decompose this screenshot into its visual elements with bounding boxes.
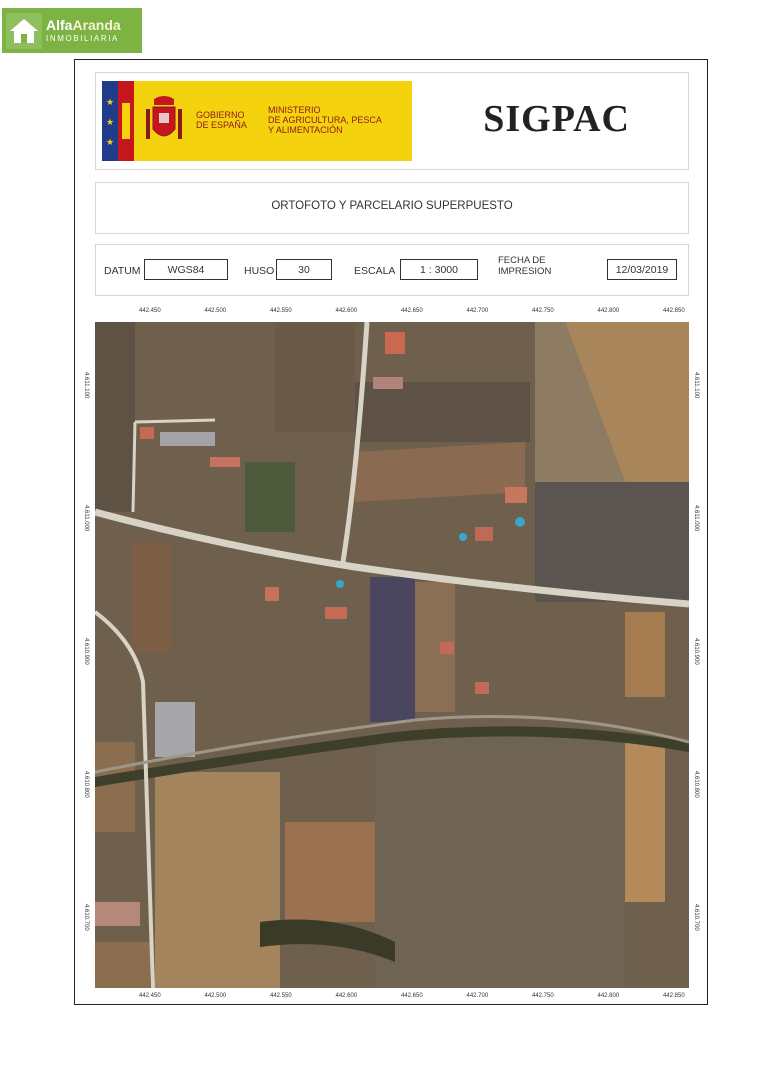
info-panel: DATUM WGS84 HUSO 30 ESCALA 1 : 3000 FECH… <box>95 244 689 296</box>
huso-label: HUSO <box>244 265 275 277</box>
x-tick-top-1: 442.500 <box>204 308 227 314</box>
logo-subtitle: INMOBILIARIA <box>46 34 119 43</box>
svg-text:★: ★ <box>106 97 114 107</box>
x-tick-bottom-4: 442.650 <box>401 993 423 999</box>
x-tick-top-3: 442.600 <box>335 308 358 314</box>
fecha-value: 12/03/2019 <box>607 259 677 280</box>
gobierno-line2: DE ESPAÑA <box>196 120 247 130</box>
x-tick-top-8: 442.850 <box>663 308 685 314</box>
y-tick-right-3: 4.610.800 <box>693 771 699 798</box>
x-tick-top-5: 442.700 <box>466 308 489 314</box>
y-tick-left-2: 4.610.900 <box>83 638 89 665</box>
x-tick-bottom-8: 442.850 <box>663 993 685 999</box>
government-banner: ★ ★ ★ GOBIERNO DE ESPAÑA MINISTERIO DE A… <box>102 81 412 161</box>
logo-brand-aranda: Aranda <box>72 17 121 33</box>
y-tick-right-4: 4.610.700 <box>693 904 699 931</box>
x-tick-top-0: 442.450 <box>139 308 161 314</box>
x-tick-bottom-0: 442.450 <box>139 993 161 999</box>
datum-value: WGS84 <box>144 259 228 280</box>
x-tick-top-6: 442.750 <box>532 308 554 314</box>
x-tick-bottom-6: 442.750 <box>532 993 554 999</box>
x-tick-top-4: 442.650 <box>401 308 423 314</box>
house-icon <box>6 12 42 49</box>
svg-text:★: ★ <box>106 137 114 147</box>
svg-text:★: ★ <box>106 117 114 127</box>
datum-label: DATUM <box>104 265 141 277</box>
orthophoto-image <box>95 322 689 988</box>
y-tick-left-3: 4.610.800 <box>83 771 89 798</box>
huso-value: 30 <box>276 259 332 280</box>
alfa-aranda-logo[interactable]: AlfaAranda INMOBILIARIA <box>2 8 142 53</box>
y-tick-left-4: 4.610.700 <box>83 904 89 931</box>
header-panel: ★ ★ ★ GOBIERNO DE ESPAÑA MINISTERIO DE A… <box>95 72 689 170</box>
document-subtitle: ORTOFOTO Y PARCELARIO SUPERPUESTO <box>271 200 513 212</box>
subtitle-panel: ORTOFOTO Y PARCELARIO SUPERPUESTO <box>95 182 689 234</box>
sigpac-sheet: ★ ★ ★ GOBIERNO DE ESPAÑA MINISTERIO DE A… <box>74 59 708 1005</box>
fecha-label: FECHA DE IMPRESION <box>498 255 552 278</box>
x-tick-bottom-7: 442.800 <box>597 993 620 999</box>
escala-value: 1 : 3000 <box>400 259 478 280</box>
y-tick-right-0: 4.611.100 <box>693 372 699 399</box>
eu-spain-flag-icon: ★ ★ ★ <box>102 81 134 161</box>
escala-label: ESCALA <box>354 265 396 277</box>
orthophoto-map[interactable] <box>95 322 689 988</box>
y-tick-right-1: 4.611.000 <box>693 505 699 532</box>
x-tick-top-2: 442.550 <box>270 308 292 314</box>
fecha-label-line2: IMPRESION <box>498 265 552 277</box>
sigpac-title: SIGPAC <box>483 98 630 140</box>
y-tick-left-0: 4.611.100 <box>83 372 89 399</box>
logo-brand-alfa: Alfa <box>46 17 73 33</box>
x-tick-bottom-3: 442.600 <box>335 993 358 999</box>
x-tick-bottom-1: 442.500 <box>204 993 227 999</box>
coat-of-arms-icon <box>146 96 182 139</box>
y-tick-left-1: 4.611.000 <box>83 505 89 532</box>
ministerio-line3: Y ALIMENTACIÓN <box>268 124 343 135</box>
y-tick-right-2: 4.610.900 <box>693 638 699 665</box>
x-tick-top-7: 442.800 <box>597 308 620 314</box>
x-tick-bottom-2: 442.550 <box>270 993 292 999</box>
x-tick-bottom-5: 442.700 <box>466 993 489 999</box>
